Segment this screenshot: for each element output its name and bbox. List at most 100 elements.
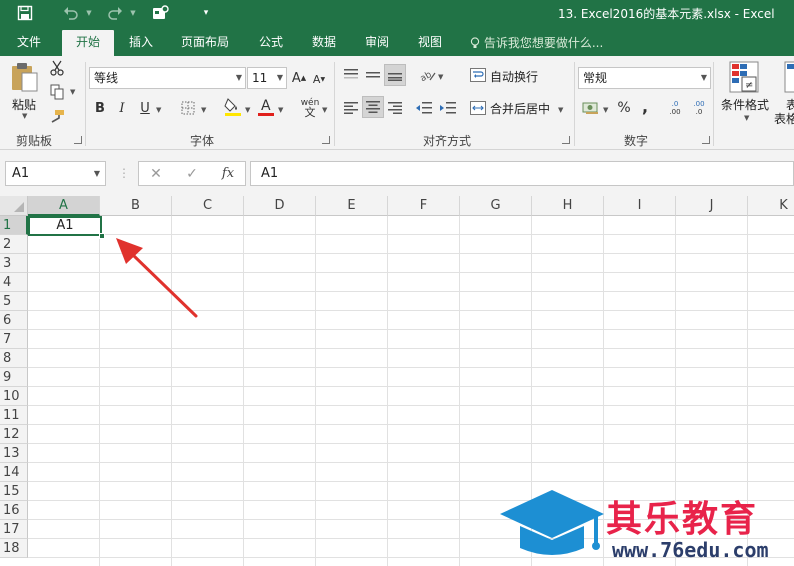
format-as-table-label-bottom[interactable]: 表格 bbox=[774, 110, 794, 127]
increase-indent-icon[interactable] bbox=[438, 98, 458, 118]
column-header-k[interactable]: K bbox=[748, 196, 794, 216]
enter-icon[interactable]: ✓ bbox=[181, 164, 203, 184]
fill-handle[interactable] bbox=[99, 233, 105, 239]
row-header-2[interactable]: 2 bbox=[0, 235, 28, 254]
font-launcher-icon[interactable] bbox=[322, 136, 330, 144]
row-header-5[interactable]: 5 bbox=[0, 292, 28, 311]
undo-dropdown-icon[interactable]: ▼ bbox=[84, 3, 94, 23]
align-top-icon[interactable] bbox=[342, 66, 360, 84]
alignment-launcher-icon[interactable] bbox=[562, 136, 570, 144]
align-right-icon[interactable] bbox=[386, 98, 404, 118]
cut-icon[interactable] bbox=[46, 58, 68, 78]
borders-dropdown-icon[interactable]: ▼ bbox=[201, 106, 206, 114]
align-center-icon[interactable] bbox=[362, 96, 384, 118]
wrap-text-icon[interactable] bbox=[468, 66, 488, 84]
column-header-d[interactable]: D bbox=[244, 196, 316, 216]
row-header-7[interactable]: 7 bbox=[0, 330, 28, 349]
column-header-e[interactable]: E bbox=[316, 196, 388, 216]
align-bottom-icon[interactable] bbox=[384, 64, 406, 86]
select-all-button[interactable] bbox=[0, 196, 28, 216]
increase-decimal-icon[interactable]: .0 .00 bbox=[664, 98, 686, 118]
font-name-select[interactable]: 等线 ▼ bbox=[89, 67, 246, 89]
tab-home[interactable]: 开始 bbox=[62, 30, 114, 56]
font-size-select[interactable]: 11 ▼ bbox=[247, 67, 287, 89]
shrink-font-icon[interactable]: A ▼ bbox=[311, 70, 327, 88]
merge-center-button[interactable]: 合并后居中 bbox=[490, 100, 550, 117]
merge-dropdown-icon[interactable]: ▼ bbox=[558, 106, 563, 114]
cancel-icon[interactable]: ✕ bbox=[145, 164, 167, 184]
format-painter-icon[interactable] bbox=[46, 106, 68, 126]
undo-icon[interactable] bbox=[60, 3, 82, 23]
row-header-13[interactable]: 13 bbox=[0, 444, 28, 463]
row-header-14[interactable]: 14 bbox=[0, 463, 28, 482]
name-box[interactable]: A1 ▼ bbox=[5, 161, 106, 186]
accounting-dropdown-icon[interactable]: ▼ bbox=[603, 106, 608, 114]
save-icon[interactable] bbox=[14, 3, 36, 23]
row-header-12[interactable]: 12 bbox=[0, 425, 28, 444]
comma-style-icon[interactable]: , bbox=[638, 96, 652, 116]
formula-input[interactable]: A1 bbox=[250, 161, 794, 186]
phonetic-dropdown-icon[interactable]: ▼ bbox=[322, 106, 327, 114]
formula-bar-splitter-icon[interactable]: ⋮ bbox=[118, 166, 130, 180]
conditional-formatting-icon[interactable]: ≠ bbox=[728, 60, 760, 94]
phonetic-icon[interactable]: wén 文 bbox=[298, 96, 322, 120]
paste-button[interactable]: 粘贴 bbox=[12, 96, 36, 113]
orientation-icon[interactable]: ab bbox=[418, 66, 438, 84]
row-header-8[interactable]: 8 bbox=[0, 349, 28, 368]
clipboard-launcher-icon[interactable] bbox=[74, 136, 82, 144]
tab-formulas[interactable]: 公式 bbox=[250, 30, 292, 56]
row-header-3[interactable]: 3 bbox=[0, 254, 28, 273]
conditional-formatting-button[interactable]: 条件格式 bbox=[721, 96, 769, 113]
redo-dropdown-icon[interactable]: ▼ bbox=[128, 3, 138, 23]
accounting-format-icon[interactable] bbox=[580, 98, 602, 118]
paste-dropdown-icon[interactable]: ▼ bbox=[22, 112, 27, 120]
fill-color-icon[interactable] bbox=[222, 96, 244, 118]
borders-icon[interactable] bbox=[178, 98, 198, 118]
align-middle-icon[interactable] bbox=[364, 66, 382, 84]
copy-icon[interactable] bbox=[46, 82, 68, 102]
number-launcher-icon[interactable] bbox=[702, 136, 710, 144]
underline-icon[interactable]: U bbox=[137, 98, 153, 118]
conditional-formatting-dropdown-icon[interactable]: ▼ bbox=[744, 114, 749, 122]
align-left-icon[interactable] bbox=[342, 98, 360, 118]
column-header-g[interactable]: G bbox=[460, 196, 532, 216]
row-header-18[interactable]: 18 bbox=[0, 539, 28, 558]
row-header-16[interactable]: 16 bbox=[0, 501, 28, 520]
paste-icon[interactable] bbox=[8, 60, 42, 94]
row-header-6[interactable]: 6 bbox=[0, 311, 28, 330]
row-header-4[interactable]: 4 bbox=[0, 273, 28, 292]
fill-color-dropdown-icon[interactable]: ▼ bbox=[245, 106, 250, 114]
tab-view[interactable]: 视图 bbox=[408, 30, 452, 56]
insert-function-icon[interactable]: fx bbox=[217, 164, 239, 184]
row-header-17[interactable]: 17 bbox=[0, 520, 28, 539]
tab-page-layout[interactable]: 页面布局 bbox=[172, 30, 238, 56]
column-header-c[interactable]: C bbox=[172, 196, 244, 216]
column-header-b[interactable]: B bbox=[100, 196, 172, 216]
decrease-indent-icon[interactable] bbox=[414, 98, 434, 118]
italic-icon[interactable]: I bbox=[114, 98, 130, 118]
row-header-11[interactable]: 11 bbox=[0, 406, 28, 425]
decrease-decimal-icon[interactable]: .00 .0 bbox=[688, 98, 710, 118]
merge-center-icon[interactable] bbox=[468, 98, 488, 118]
font-color-dropdown-icon[interactable]: ▼ bbox=[278, 106, 283, 114]
tell-me-box[interactable]: 告诉我您想要做什么... bbox=[470, 34, 603, 51]
column-header-i[interactable]: I bbox=[604, 196, 676, 216]
row-header-1[interactable]: 1 bbox=[0, 216, 28, 235]
customize-toolbar-icon[interactable]: ▾ bbox=[200, 3, 212, 23]
redo-icon[interactable] bbox=[104, 3, 126, 23]
wrap-text-button[interactable]: 自动换行 bbox=[490, 68, 538, 85]
orientation-dropdown-icon[interactable]: ▼ bbox=[438, 73, 443, 81]
copy-dropdown-icon[interactable]: ▼ bbox=[70, 88, 75, 96]
grow-font-icon[interactable]: A ▲ bbox=[291, 68, 307, 88]
row-header-10[interactable]: 10 bbox=[0, 387, 28, 406]
column-header-f[interactable]: F bbox=[388, 196, 460, 216]
number-format-select[interactable]: 常规 ▼ bbox=[578, 67, 711, 89]
bold-icon[interactable]: B bbox=[92, 98, 108, 118]
underline-dropdown-icon[interactable]: ▼ bbox=[156, 106, 161, 114]
format-as-table-icon[interactable] bbox=[784, 60, 794, 94]
tab-file[interactable]: 文件 bbox=[6, 30, 52, 56]
tab-insert[interactable]: 插入 bbox=[118, 30, 164, 56]
row-header-9[interactable]: 9 bbox=[0, 368, 28, 387]
tab-review[interactable]: 审阅 bbox=[354, 30, 400, 56]
tab-data[interactable]: 数据 bbox=[302, 30, 346, 56]
